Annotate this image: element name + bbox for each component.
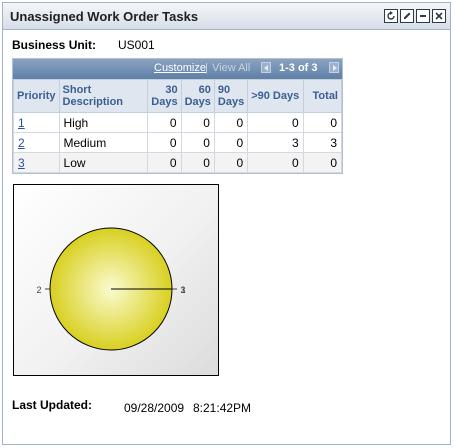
pie-slices (49, 227, 173, 351)
pie-chart-svg: 12 3 (36, 227, 186, 351)
table-header: Priority Short Description 30 Days 60 Da… (13, 79, 343, 113)
table-row: 3 Low 0 0 0 0 0 (13, 152, 343, 173)
d90-cell: 0 (213, 132, 249, 153)
d90-cell: 0 (213, 152, 249, 173)
d60-cell: 0 (180, 112, 215, 133)
total-cell: 0 (302, 112, 343, 133)
last-updated-date: 09/28/2009 (124, 401, 185, 415)
priority-link[interactable]: 2 (18, 136, 25, 150)
over90-cell: 0 (247, 152, 304, 173)
description-cell: Medium (58, 132, 149, 153)
description-cell: High (58, 112, 149, 133)
previous-icon (261, 62, 271, 73)
pagelet-actions (384, 9, 446, 23)
row-range: 1-3 of 3 (279, 62, 318, 74)
d60-cell: 0 (180, 132, 215, 153)
d30-cell: 0 (147, 152, 182, 173)
tasks-grid: Customize | View All 1-3 of 3 Priority S… (12, 58, 343, 174)
over90-cell: 0 (247, 112, 304, 133)
pie-label-2: 2 (36, 285, 41, 295)
priority-link[interactable]: 1 (18, 116, 25, 130)
customize-link[interactable]: Customize (154, 62, 206, 74)
grid-navbar: Customize | View All 1-3 of 3 (13, 59, 342, 79)
close-icon[interactable] (432, 9, 446, 23)
col-short-description[interactable]: Short Description (58, 79, 149, 113)
col-over-90-days[interactable]: >90 Days (247, 79, 304, 113)
total-cell: 0 (302, 152, 343, 173)
business-unit-label: Business Unit: (12, 38, 97, 52)
d30-cell: 0 (147, 132, 182, 153)
col-90-days[interactable]: 90 Days (213, 79, 249, 113)
next-icon (329, 62, 339, 73)
table-row: 1 High 0 0 0 0 0 (13, 112, 343, 133)
pagelet-title: Unassigned Work Order Tasks (10, 9, 199, 24)
minimize-icon[interactable] (416, 9, 430, 23)
priority-cell: 3 (13, 152, 60, 173)
tasks-table: Priority Short Description 30 Days 60 Da… (13, 79, 343, 173)
pie-chart: 123 (13, 184, 219, 376)
refresh-icon[interactable] (384, 9, 398, 23)
view-all-link: View All (212, 62, 251, 74)
col-30-days[interactable]: 30 Days (147, 79, 182, 113)
last-updated-label: Last Updated: (12, 398, 93, 412)
description-cell: Low (58, 152, 149, 173)
d90-cell: 0 (213, 112, 249, 133)
table-row: 2 Medium 0 0 0 3 3 (13, 132, 343, 153)
priority-cell: 2 (13, 132, 60, 153)
nav-separator: | (205, 62, 208, 74)
col-total[interactable]: Total (302, 79, 343, 113)
d30-cell: 0 (147, 112, 182, 133)
total-cell: 3 (302, 132, 343, 153)
over90-cell: 3 (247, 132, 304, 153)
pagelet-header: Unassigned Work Order Tasks (3, 3, 450, 30)
edit-icon[interactable] (400, 9, 414, 23)
pie-label-3: 3 (180, 285, 185, 295)
col-60-days[interactable]: 60 Days (180, 79, 215, 113)
business-unit-value: US001 (118, 38, 155, 52)
col-priority[interactable]: Priority (13, 79, 60, 113)
d60-cell: 0 (180, 152, 215, 173)
priority-cell: 1 (13, 112, 60, 133)
priority-link[interactable]: 3 (18, 156, 25, 170)
last-updated-time: 8:21:42PM (193, 401, 252, 415)
